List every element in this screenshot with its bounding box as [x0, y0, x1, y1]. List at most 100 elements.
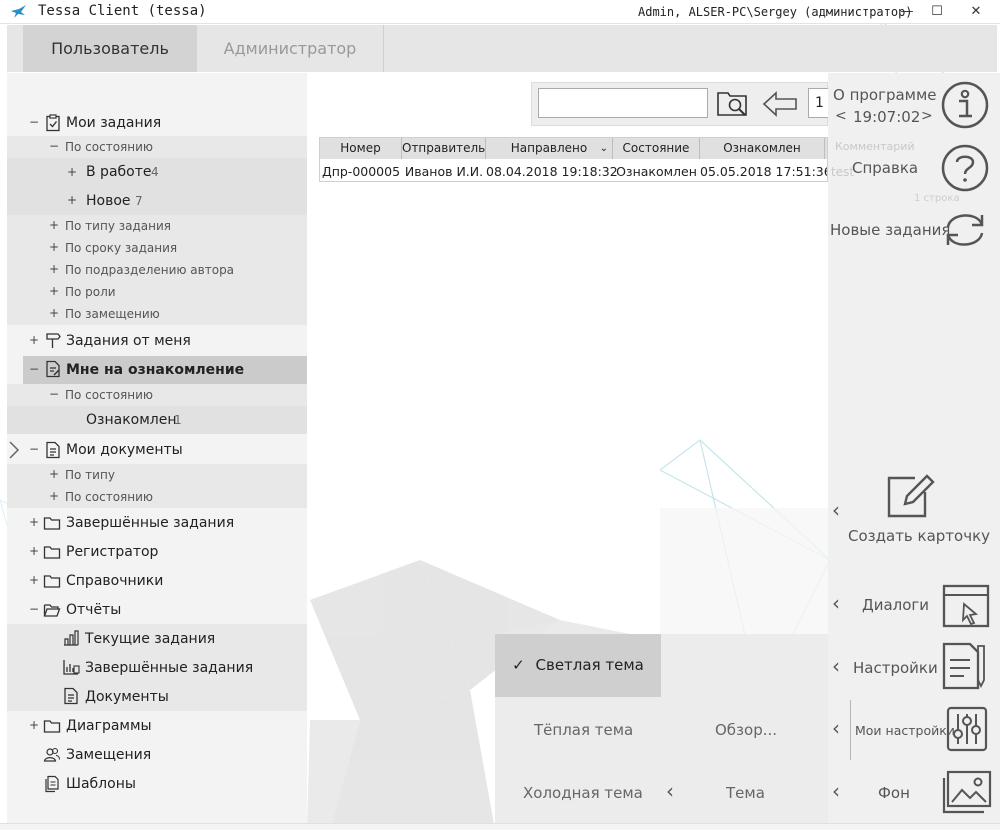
close-button[interactable]: ✕ [952, 0, 1000, 24]
collapse-icon[interactable]: − [29, 602, 39, 616]
expand-icon[interactable]: + [29, 718, 39, 732]
tree-node-report-completed-tasks[interactable]: Завершённые задания [7, 653, 307, 682]
settings-label[interactable]: Настройки [853, 659, 938, 677]
expand-icon[interactable]: + [49, 218, 59, 232]
expand-icon[interactable]: + [29, 333, 39, 347]
dialog-window-icon[interactable] [942, 584, 990, 628]
tree-node-report-documents[interactable]: Документы [7, 682, 307, 711]
collapse-icon[interactable]: − [49, 139, 59, 153]
tree-node-tasks-from-me[interactable]: + Задания от меня [7, 328, 307, 354]
tree-node-reports[interactable]: − Отчёты [7, 597, 307, 623]
expand-icon[interactable]: + [49, 284, 59, 298]
page-number-field[interactable]: 1 [808, 88, 830, 118]
tree-node-by-task-type[interactable]: + По типу задания [7, 215, 307, 237]
tree-node-templates[interactable]: Шаблоны [7, 771, 307, 797]
my-settings-label[interactable]: Мои настройки [855, 723, 955, 738]
column-header-number[interactable]: Номер [320, 138, 402, 159]
expand-icon[interactable]: + [49, 262, 59, 276]
expand-icon[interactable]: + [49, 306, 59, 320]
expand-icon[interactable]: + [29, 544, 39, 558]
collapse-icon[interactable]: − [29, 362, 39, 376]
theme-label[interactable]: Тема [726, 784, 765, 802]
tree-node-by-department[interactable]: + По подразделению автора [7, 259, 307, 281]
theme-cold-option[interactable]: Холодная тема [523, 784, 643, 802]
sliders-icon[interactable] [946, 706, 988, 752]
background-label[interactable]: Фон [878, 784, 910, 802]
new-tasks-label[interactable]: Новые задания [830, 221, 950, 239]
folder-icon [43, 575, 61, 588]
tree-label: По состоянию [65, 140, 154, 154]
tree-label: Замещения [66, 747, 152, 763]
column-header-state[interactable]: Состояние [613, 138, 700, 159]
search-folder-icon[interactable] [716, 88, 750, 120]
collapse-icon[interactable]: − [49, 387, 59, 401]
tree-node-my-documents[interactable]: − Мои документы [7, 437, 307, 463]
tree-node-my-tasks[interactable]: − Мои задания [7, 110, 307, 136]
column-header-sent[interactable]: Направлено ⌄ [486, 138, 613, 159]
tree-node-diagrams[interactable]: + Диаграммы [7, 713, 307, 739]
collapse-icon[interactable]: − [29, 442, 39, 456]
tree-node-docs-by-type[interactable]: + По типу [7, 464, 307, 486]
tree-node-by-role[interactable]: + По роли [7, 281, 307, 303]
column-header-sender[interactable]: Отправитель [402, 138, 486, 159]
document-settings-icon[interactable] [940, 640, 992, 692]
edit-card-icon[interactable] [885, 472, 937, 520]
column-header-reviewed[interactable]: Ознакомлен [700, 138, 825, 159]
dialogs-label[interactable]: Диалоги [862, 596, 929, 614]
expand-icon[interactable]: + [67, 193, 77, 207]
info-icon[interactable] [940, 80, 990, 130]
chart-document-icon [63, 660, 80, 675]
tree-node-completed-tasks[interactable]: + Завершённые задания [7, 510, 307, 536]
image-icon[interactable] [942, 770, 992, 814]
tree-node-reviewed[interactable]: Ознакомлен 1 [7, 406, 307, 434]
tree-node-review-by-state[interactable]: − По состоянию [7, 384, 307, 406]
minimize-button[interactable]: — [892, 0, 922, 24]
tree-node-by-deputy[interactable]: + По замещению [7, 303, 307, 325]
tree-node-references[interactable]: + Справочники [7, 568, 307, 594]
cell-sent: 08.04.2018 19:18:32 [486, 164, 618, 179]
refresh-icon[interactable] [940, 205, 990, 255]
theme-warm-option[interactable]: Тёплая тема [534, 721, 633, 739]
chevron-left-icon[interactable]: ‹ [832, 654, 840, 678]
clock-next[interactable]: > [921, 108, 933, 124]
tree-label: Текущие задания [85, 631, 216, 647]
chevron-left-icon[interactable]: ‹ [832, 716, 840, 740]
tree-node-new[interactable]: + Новое 7 [7, 187, 307, 215]
tab-user[interactable]: Пользователь [23, 25, 197, 72]
tree-node-to-review[interactable]: − Мне на ознакомление [23, 356, 307, 384]
expand-icon[interactable]: + [29, 515, 39, 529]
create-card-label[interactable]: Создать карточку [848, 527, 990, 545]
chevron-left-icon[interactable]: ‹ [832, 498, 840, 522]
hidden-cell-text: test [831, 165, 855, 179]
help-icon[interactable] [940, 143, 990, 193]
clock-prev[interactable]: < [835, 108, 847, 124]
tree-node-registrar[interactable]: + Регистратор [7, 539, 307, 565]
expand-icon[interactable]: + [49, 489, 59, 503]
tree-label: Отчёты [66, 602, 122, 618]
search-input[interactable] [538, 88, 708, 118]
tree-node-docs-by-state[interactable]: + По состоянию [7, 486, 307, 508]
expand-icon[interactable]: + [29, 573, 39, 587]
tree-node-report-current-tasks[interactable]: Текущие задания [7, 624, 307, 653]
arrow-left-icon[interactable] [762, 90, 798, 118]
help-label[interactable]: Справка [852, 159, 918, 177]
about-label[interactable]: О программе [833, 86, 937, 104]
tree-node-in-work[interactable]: + В работе 4 [7, 158, 307, 187]
chevron-left-icon[interactable]: ‹ [832, 591, 840, 615]
tree-node-deputies[interactable]: Замещения [7, 742, 307, 768]
expand-icon[interactable]: + [67, 165, 77, 179]
tab-administrator[interactable]: Администратор [197, 25, 384, 72]
maximize-button[interactable]: ☐ [922, 0, 952, 24]
theme-light-option[interactable]: ✓ Светлая тема [495, 634, 661, 697]
chevron-left-icon[interactable]: ‹ [666, 779, 674, 803]
chevron-right-icon[interactable] [8, 440, 20, 460]
expand-icon[interactable]: + [49, 467, 59, 481]
collapse-icon[interactable]: − [29, 115, 39, 129]
tree-label: По типу задания [65, 219, 171, 233]
expand-icon[interactable]: + [49, 240, 59, 254]
browse-button[interactable]: Обзор... [715, 721, 777, 739]
tree-label: По замещению [65, 307, 160, 321]
tree-node-by-deadline[interactable]: + По сроку задания [7, 237, 307, 259]
tree-node-by-state[interactable]: − По состоянию [7, 136, 307, 158]
chevron-left-icon[interactable]: ‹ [832, 779, 840, 803]
